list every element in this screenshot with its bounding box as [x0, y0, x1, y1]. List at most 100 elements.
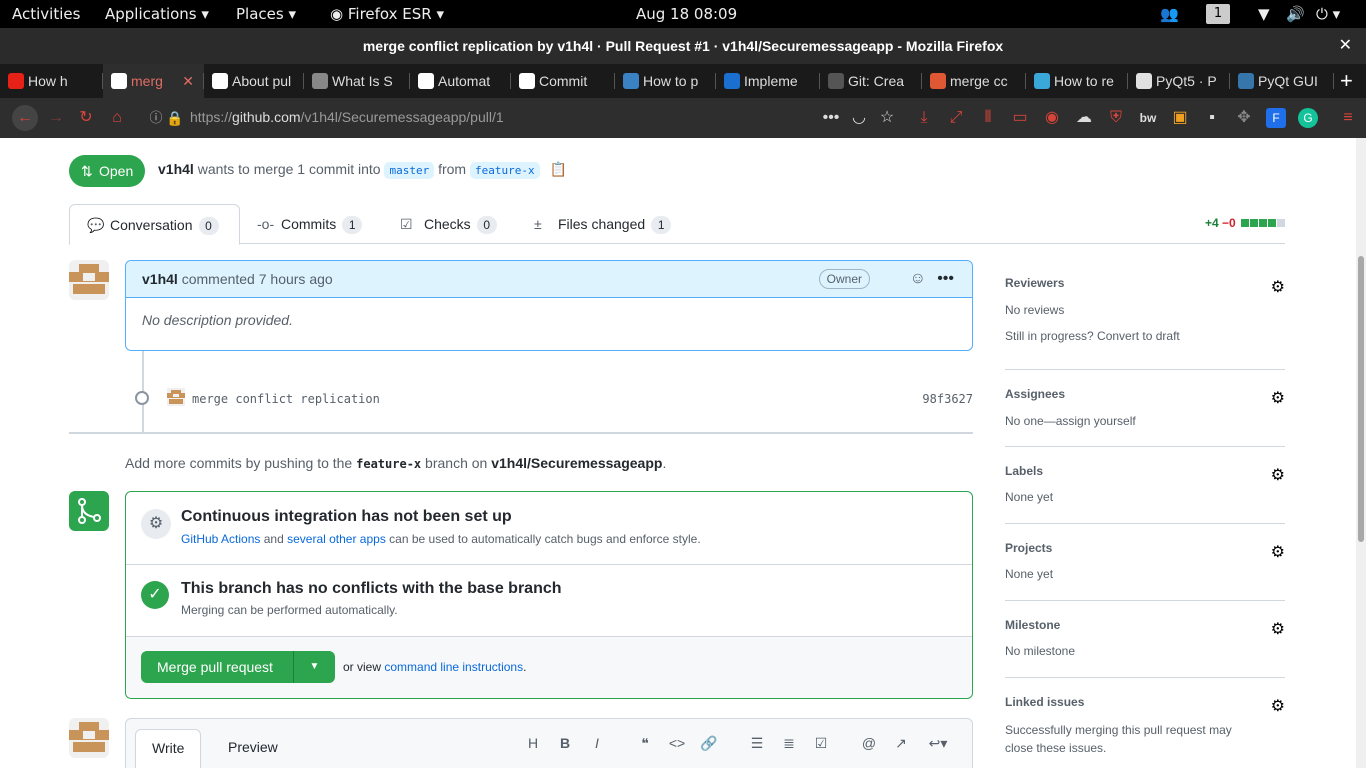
users-icon[interactable]: 👥 — [1160, 5, 1179, 23]
reviewers-gear-icon[interactable]: ⚙ — [1271, 277, 1285, 297]
preview-tab[interactable]: Preview — [212, 729, 294, 768]
reload-icon[interactable]: ↻ — [76, 108, 96, 128]
repo-link[interactable]: v1h4l/Securemessageapp — [491, 455, 662, 471]
copy-icon[interactable]: 📋 — [549, 161, 566, 177]
applications-menu[interactable]: Applications ▾ — [105, 5, 209, 23]
favicon-icon — [1136, 73, 1152, 89]
browser-tab[interactable]: How h — [0, 64, 103, 98]
back-icon[interactable]: ← — [12, 105, 38, 131]
commit-avatar[interactable] — [167, 388, 185, 406]
menu-hamburger-icon[interactable]: ≡ — [1338, 108, 1358, 128]
bw-extension-icon[interactable]: bw — [1138, 108, 1158, 128]
tab-conversation[interactable]: 💬 Conversation 0 — [69, 204, 240, 245]
link-icon[interactable]: 🔗 — [699, 733, 719, 753]
more-extensions-icon[interactable]: ▪ — [1202, 108, 1222, 128]
page-scrollbar[interactable] — [1356, 138, 1366, 768]
quote-icon[interactable]: ❝ — [635, 733, 655, 753]
wifi-icon[interactable]: ▼ — [1258, 5, 1270, 23]
clock[interactable]: Aug 18 08:09 — [636, 5, 737, 23]
head-branch[interactable]: feature-x — [469, 162, 540, 179]
fi-extension-icon[interactable]: F — [1266, 108, 1286, 128]
convert-to-draft-link[interactable]: Still in progress? Convert to draft — [1005, 329, 1180, 343]
assign-yourself-link[interactable]: No one—assign yourself — [1005, 414, 1136, 428]
saved-replies-icon[interactable]: ↩▾ — [923, 733, 953, 753]
emoji-reaction-icon[interactable]: ☺ — [910, 261, 926, 297]
library-icon[interactable]: ⫴ — [978, 108, 998, 128]
milestone-gear-icon[interactable]: ⚙ — [1271, 619, 1285, 639]
lock-icon[interactable]: 🔒 — [165, 108, 185, 128]
avatar[interactable] — [69, 260, 109, 300]
firefox-app-menu[interactable]: ◉ Firefox ESR ▾ — [330, 5, 444, 23]
linked-issues-gear-icon[interactable]: ⚙ — [1271, 696, 1285, 716]
browser-tab[interactable]: PyQt GUI — [1230, 64, 1334, 98]
browser-tab[interactable]: About pul — [204, 64, 304, 98]
comment-author[interactable]: v1h4l — [142, 271, 178, 287]
browser-tab[interactable]: Git: Crea — [820, 64, 922, 98]
page-actions-icon[interactable]: ••• — [821, 108, 841, 128]
browser-tab[interactable]: merge cc — [922, 64, 1026, 98]
projects-gear-icon[interactable]: ⚙ — [1271, 542, 1285, 562]
browser-tab[interactable]: PyQt5 · P — [1128, 64, 1230, 98]
power-icon[interactable]: ⏻ ▾ — [1316, 5, 1340, 23]
cross-reference-icon[interactable]: ↗ — [891, 733, 911, 753]
merge-options-dropdown[interactable]: ▼ — [294, 651, 335, 683]
browser-tab[interactable]: How to re — [1026, 64, 1128, 98]
browser-tab[interactable]: Impleme — [716, 64, 820, 98]
bulleted-list-icon[interactable]: ☰ — [747, 733, 767, 753]
sidebar-icon[interactable]: ▭ — [1010, 108, 1030, 128]
commit-message[interactable]: merge conflict replication — [192, 392, 380, 406]
browser-tab[interactable]: merg ✕ — [103, 64, 204, 98]
github-actions-link[interactable]: GitHub Actions — [181, 532, 260, 546]
close-tab-icon[interactable]: ✕ — [182, 64, 194, 98]
mention-icon[interactable]: @ — [859, 733, 879, 753]
conflict-section: ✓ This branch has no conflicts with the … — [126, 565, 972, 637]
assignees-gear-icon[interactable]: ⚙ — [1271, 388, 1285, 408]
comment-timestamp[interactable]: commented 7 hours ago — [182, 271, 333, 287]
numbered-list-icon[interactable]: ≣ — [779, 733, 799, 753]
write-tab[interactable]: Write — [135, 729, 202, 768]
tab-commits[interactable]: -o- Commits 1 — [257, 204, 363, 244]
tab-checks[interactable]: ☑ Checks 0 — [400, 204, 497, 244]
puzzle-icon[interactable]: ✥ — [1234, 108, 1254, 128]
command-line-instructions-link[interactable]: command line instructions — [384, 660, 523, 674]
account-icon[interactable]: ◉ — [1042, 108, 1062, 128]
reviewers-heading[interactable]: Reviewers — [1005, 276, 1064, 290]
url-field[interactable]: https://github.com/v1h4l/Securemessageap… — [190, 109, 504, 125]
downloads-icon[interactable]: ⤓ — [914, 108, 934, 128]
more-options-icon[interactable]: ••• — [937, 261, 954, 297]
home-icon[interactable]: ⌂ — [107, 108, 127, 128]
italic-icon[interactable]: I — [587, 733, 607, 753]
pr-author-link[interactable]: v1h4l — [158, 161, 194, 177]
browser-tab[interactable]: What Is S — [304, 64, 410, 98]
close-window-icon[interactable]: ✕ — [1339, 28, 1352, 64]
forward-icon[interactable]: → — [46, 108, 66, 128]
scrollbar-thumb[interactable] — [1358, 256, 1364, 542]
heading-icon[interactable]: H — [523, 733, 543, 753]
info-icon[interactable]: ⓘ — [146, 108, 166, 128]
browser-tab[interactable]: How to p — [615, 64, 716, 98]
base-branch[interactable]: master — [384, 162, 435, 179]
ublock-icon[interactable]: ⛨ — [1106, 108, 1126, 128]
avatar[interactable] — [69, 718, 109, 758]
other-apps-link[interactable]: several other apps — [287, 532, 386, 546]
activities-button[interactable]: Activities — [12, 5, 80, 23]
bookmark-star-icon[interactable]: ☆ — [877, 108, 897, 128]
labels-gear-icon[interactable]: ⚙ — [1271, 465, 1285, 485]
code-icon[interactable]: <> — [667, 733, 687, 753]
commit-sha[interactable]: 98f3627 — [922, 392, 973, 406]
terminal-extension-icon[interactable]: ▣ — [1170, 108, 1190, 128]
browser-tab[interactable]: Commit — [511, 64, 615, 98]
fullscreen-icon[interactable]: ⤢ — [946, 108, 966, 128]
bold-icon[interactable]: B — [555, 733, 575, 753]
volume-icon[interactable]: 🔊 — [1286, 5, 1305, 23]
merge-pull-request-button[interactable]: Merge pull request — [157, 651, 273, 683]
workspace-indicator[interactable]: 1 — [1206, 4, 1230, 24]
grammarly-icon[interactable]: G — [1298, 108, 1318, 128]
extension-icon[interactable]: ☁ — [1074, 108, 1094, 128]
places-menu[interactable]: Places ▾ — [236, 5, 296, 23]
task-list-icon[interactable]: ☑ — [811, 733, 831, 753]
pocket-icon[interactable]: ◡ — [849, 108, 869, 128]
tab-files-changed[interactable]: ± Files changed 1 — [534, 204, 672, 244]
new-tab-button[interactable]: + — [1340, 64, 1353, 98]
browser-tab[interactable]: Automat — [410, 64, 511, 98]
